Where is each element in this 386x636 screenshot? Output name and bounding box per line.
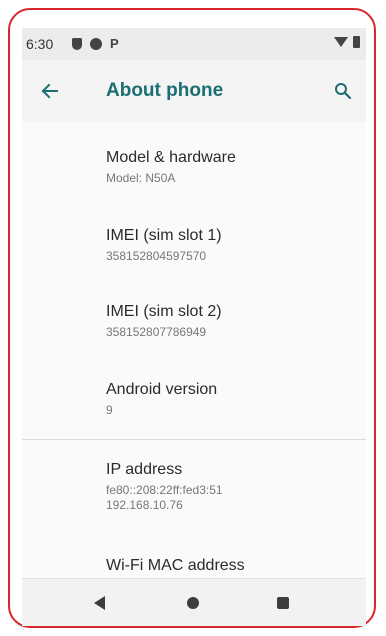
item-summary: 358152807786949 xyxy=(106,325,207,339)
item-summary-line-1: fe80::208:22ff:fed3:51 xyxy=(106,483,223,497)
status-bar: 6:30 P xyxy=(22,28,366,60)
navigation-bar xyxy=(22,578,366,626)
system-status-icons xyxy=(334,36,360,48)
item-title: IMEI (sim slot 1) xyxy=(106,227,222,244)
wifi-icon xyxy=(334,37,348,47)
nav-recents-icon[interactable] xyxy=(277,597,289,609)
item-summary-line-2: 192.168.10.76 xyxy=(106,498,183,512)
battery-icon xyxy=(353,36,360,48)
setting-android-version[interactable]: Android version 9 xyxy=(22,380,366,418)
item-title: Model & hardware xyxy=(106,149,236,166)
back-button[interactable] xyxy=(32,74,66,108)
search-button[interactable] xyxy=(326,74,360,108)
shield-notification-icon xyxy=(72,37,82,50)
item-summary: Model: N50A xyxy=(106,171,176,185)
setting-imei-slot-1[interactable]: IMEI (sim slot 1) 358152804597570 xyxy=(22,226,366,264)
item-title: IP address xyxy=(106,461,183,478)
phone-screen: 6:30 P About phone Model & hardware Mode… xyxy=(22,28,366,626)
p-notification-icon: P xyxy=(110,36,119,51)
setting-wifi-mac-address[interactable]: Wi-Fi MAC address xyxy=(22,556,366,576)
item-title: IMEI (sim slot 2) xyxy=(106,303,222,320)
page-title: About phone xyxy=(106,80,224,101)
setting-model-hardware[interactable]: Model & hardware Model: N50A xyxy=(22,148,366,186)
settings-list: Model & hardware Model: N50A IMEI (sim s… xyxy=(22,122,366,578)
nav-home-icon[interactable] xyxy=(187,597,199,609)
item-summary: 9 xyxy=(106,403,113,417)
arrow-left-icon xyxy=(41,83,58,99)
item-summary: 358152804597570 xyxy=(106,249,207,263)
circle-notification-icon xyxy=(90,37,102,50)
search-icon xyxy=(335,83,352,100)
item-title: Android version xyxy=(106,381,218,398)
app-bar: About phone xyxy=(22,60,366,122)
setting-imei-slot-2[interactable]: IMEI (sim slot 2) 358152807786949 xyxy=(22,302,366,340)
notification-icons: P xyxy=(72,36,119,51)
item-title: Wi-Fi MAC address xyxy=(106,557,245,574)
section-divider xyxy=(22,439,366,440)
setting-ip-address[interactable]: IP address fe80::208:22ff:fed3:51 192.16… xyxy=(22,460,366,513)
nav-back-icon[interactable] xyxy=(94,596,105,610)
status-time: 6:30 xyxy=(26,36,54,52)
